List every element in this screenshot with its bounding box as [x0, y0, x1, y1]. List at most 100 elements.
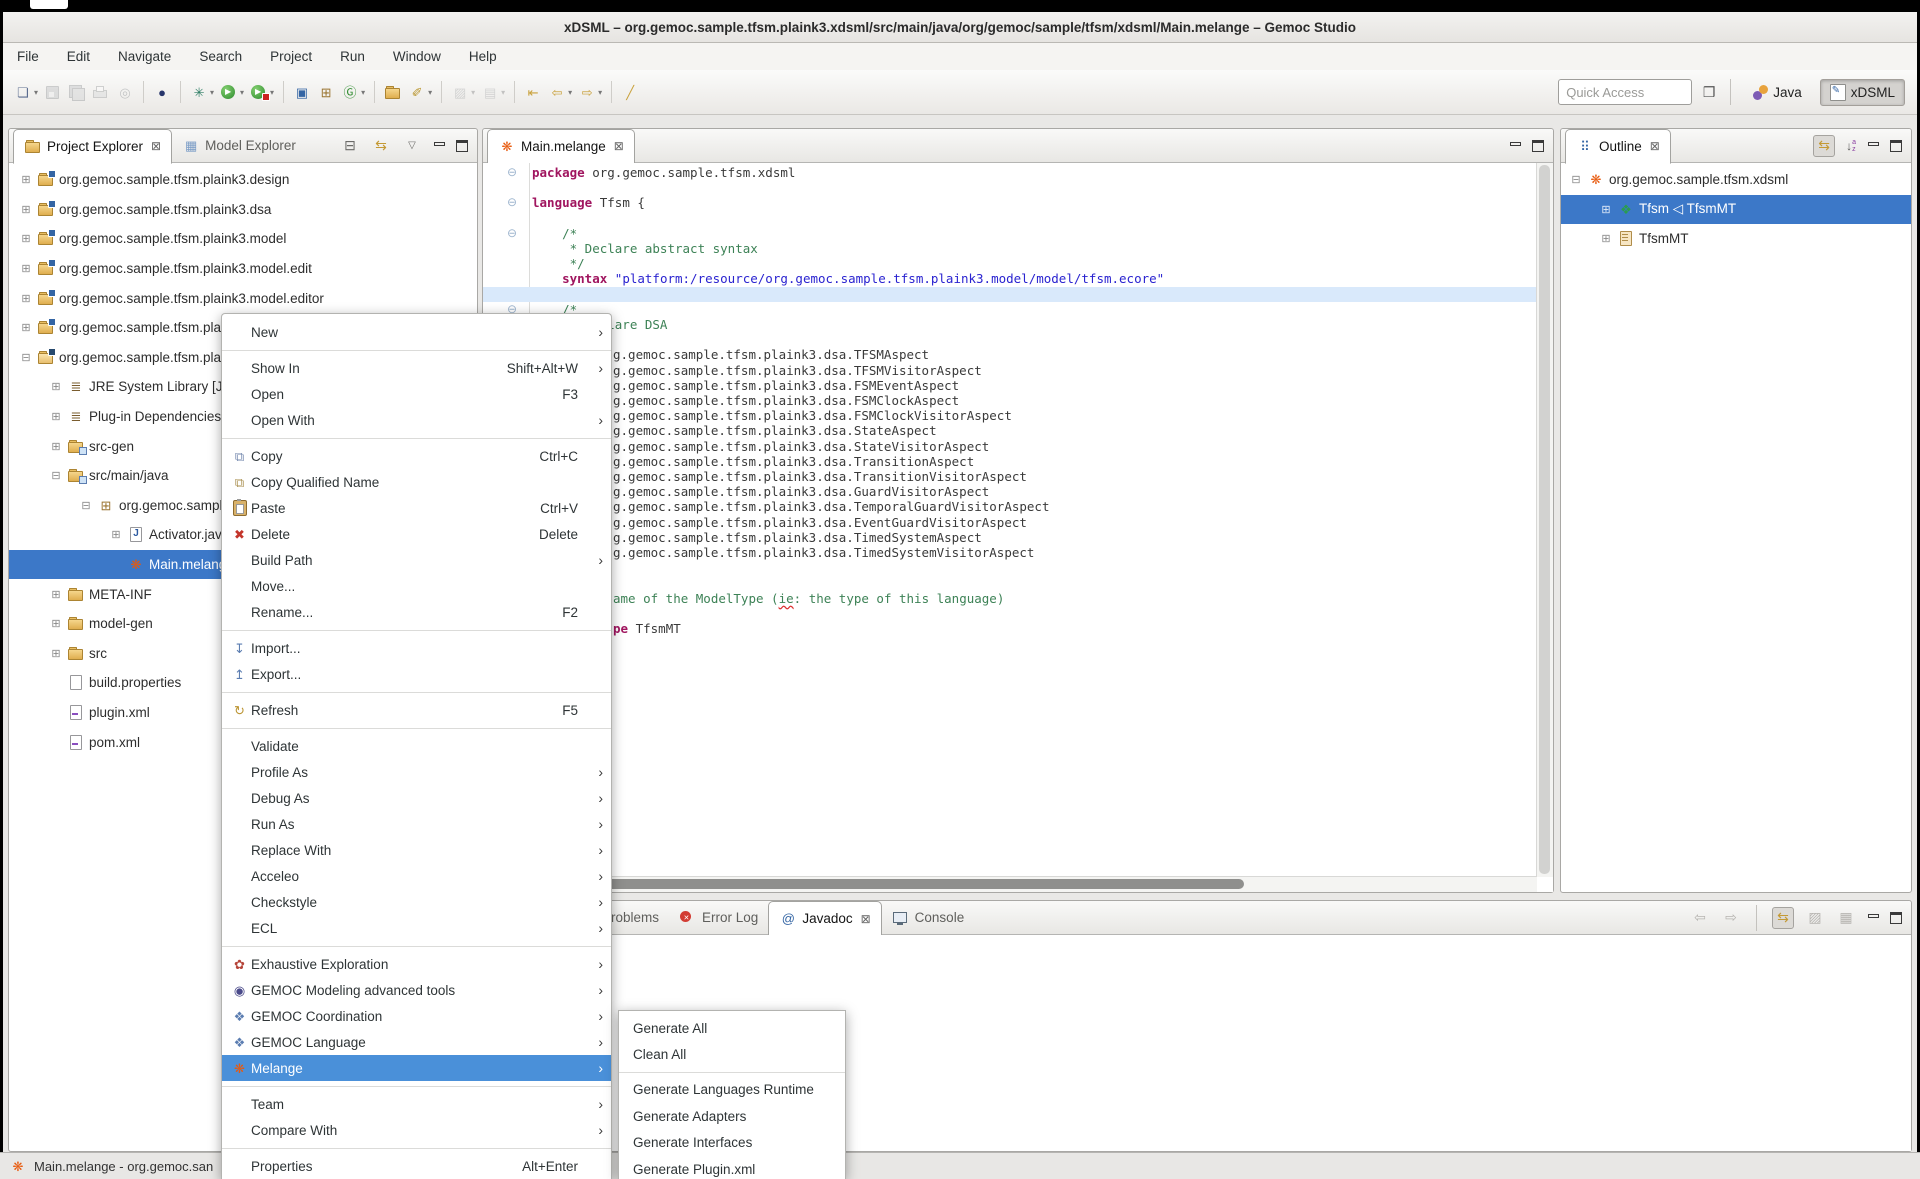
- menu-item-gemoc-modeling-advanced-tools[interactable]: ◉GEMOC Modeling advanced tools›: [222, 977, 611, 1003]
- menu-item-exhaustive-exploration[interactable]: ✿Exhaustive Exploration›: [222, 951, 611, 977]
- menu-item-ecl[interactable]: ECL›: [222, 915, 611, 941]
- code-area[interactable]: package org.gemoc.sample.tfsm.xdsmllangu…: [532, 165, 1536, 876]
- dropdown-caret-icon[interactable]: ▾: [210, 88, 214, 97]
- menu-item-delete[interactable]: ✖DeleteDelete: [222, 521, 611, 547]
- submenu-item-clean-all[interactable]: Clean All: [619, 1041, 845, 1067]
- tab-error-log[interactable]: Error Log: [669, 901, 768, 934]
- close-icon[interactable]: ⊠: [614, 139, 624, 153]
- menu-item-team[interactable]: Team›: [222, 1091, 611, 1117]
- perspective-java-button[interactable]: Java: [1743, 79, 1812, 106]
- view-menu-icon[interactable]: ▽: [402, 136, 422, 156]
- tab-javadoc[interactable]: @Javadoc⊠: [768, 901, 881, 936]
- menu-item-show-in[interactable]: Show InShift+Alt+W›: [222, 355, 611, 381]
- tree-expander[interactable]: ⊞: [1595, 232, 1617, 245]
- menubar-item-run[interactable]: Run: [326, 45, 379, 68]
- external-tools-button[interactable]: ✳▾: [188, 79, 216, 105]
- open-declaration-icon[interactable]: ▦: [1836, 908, 1856, 928]
- menu-item-compare-with[interactable]: Compare With›: [222, 1117, 611, 1143]
- menu-item-gemoc-language[interactable]: ❖GEMOC Language›: [222, 1029, 611, 1055]
- tab-main-melange[interactable]: ❋Main.melange⊠: [487, 129, 635, 164]
- dropdown-caret-icon[interactable]: ▾: [428, 88, 432, 97]
- forward-button[interactable]: ⇨▾: [576, 79, 604, 105]
- horizontal-scrollbar[interactable]: [483, 876, 1537, 892]
- menu-item-checkstyle[interactable]: Checkstyle›: [222, 889, 611, 915]
- editor-body[interactable]: ⊖⊖⊖⊖ package org.gemoc.sample.tfsm.xdsml…: [483, 163, 1553, 892]
- save-all-button[interactable]: [66, 79, 88, 105]
- perspective-xdsml-button[interactable]: xDSML: [1820, 79, 1905, 106]
- close-icon[interactable]: ⊠: [1650, 139, 1660, 153]
- back-icon[interactable]: ⇦: [1690, 908, 1710, 928]
- tree-expander[interactable]: ⊞: [45, 588, 67, 601]
- link-with-editor-icon[interactable]: ⇆: [1772, 907, 1794, 929]
- dropdown-caret-icon[interactable]: ▾: [240, 88, 244, 97]
- tree-item-org-gemoc-sample-tfsm-xdsml[interactable]: ⊟❋org.gemoc.sample.tfsm.xdsml: [1561, 165, 1911, 195]
- dropdown-caret-icon[interactable]: ▾: [34, 88, 38, 97]
- maximize-icon[interactable]: [456, 140, 468, 151]
- tree-item-tfsmmt[interactable]: ⊞TfsmMT: [1561, 224, 1911, 254]
- save-button[interactable]: [42, 79, 64, 105]
- submenu-item-generate-languages-runtime[interactable]: Generate Languages Runtime: [619, 1077, 845, 1103]
- menu-item-replace-with[interactable]: Replace With›: [222, 837, 611, 863]
- tab-console[interactable]: Console: [882, 901, 975, 934]
- vertical-scrollbar[interactable]: [1536, 163, 1553, 877]
- tree-item-org-gemoc-sample-tfsm-plaink3-model-editor[interactable]: ⊞org.gemoc.sample.tfsm.plaink3.model.edi…: [9, 283, 477, 313]
- maximize-icon[interactable]: [1890, 912, 1902, 923]
- menubar-item-file[interactable]: File: [3, 45, 53, 68]
- tree-item-org-gemoc-sample-tfsm-plaink3-model[interactable]: ⊞org.gemoc.sample.tfsm.plaink3.model: [9, 224, 477, 254]
- tree-expander[interactable]: ⊟: [15, 351, 37, 364]
- submenu-item-generate-adapters[interactable]: Generate Adapters: [619, 1103, 845, 1129]
- menu-item-melange[interactable]: ❋Melange›: [222, 1055, 611, 1081]
- dropdown-caret-icon[interactable]: ▾: [471, 88, 475, 97]
- forward-icon[interactable]: ⇨: [1721, 908, 1741, 928]
- tree-expander[interactable]: ⊞: [15, 292, 37, 305]
- menu-item-profile-as[interactable]: Profile As›: [222, 759, 611, 785]
- fold-collapse-icon[interactable]: ⊖: [507, 195, 521, 210]
- search-button[interactable]: ✐▾: [406, 79, 434, 105]
- tree-expander[interactable]: ⊞: [15, 173, 37, 186]
- dropdown-caret-icon[interactable]: ▾: [501, 88, 505, 97]
- new-java-project-button[interactable]: ▣: [291, 79, 313, 105]
- minimize-icon[interactable]: [1509, 140, 1521, 151]
- menu-item-gemoc-coordination[interactable]: ❖GEMOC Coordination›: [222, 1003, 611, 1029]
- maximize-icon[interactable]: [1532, 140, 1544, 151]
- pin-icon[interactable]: ▨: [1805, 908, 1825, 928]
- menu-item-build-path[interactable]: Build Path›: [222, 547, 611, 573]
- tree-expander[interactable]: ⊞: [45, 440, 67, 453]
- quick-access-input[interactable]: [1558, 79, 1692, 105]
- tree-expander[interactable]: ⊞: [45, 647, 67, 660]
- submenu-item-generate-interfaces[interactable]: Generate Interfaces: [619, 1130, 845, 1156]
- tree-item-org-gemoc-sample-tfsm-plaink3-model-edit[interactable]: ⊞org.gemoc.sample.tfsm.plaink3.model.edi…: [9, 254, 477, 284]
- menu-item-export-[interactable]: ↥Export...: [222, 661, 611, 687]
- close-icon[interactable]: ⊠: [151, 139, 161, 153]
- vertical-scrollbar-thumb[interactable]: [1539, 165, 1550, 874]
- tab-model-explorer[interactable]: ▦Model Explorer: [172, 129, 306, 162]
- menu-item-open-with[interactable]: Open With›: [222, 407, 611, 433]
- link-with-editor-icon[interactable]: ⇆: [371, 136, 391, 156]
- tab-project-explorer[interactable]: Project Explorer⊠: [13, 129, 172, 164]
- tree-item-org-gemoc-sample-tfsm-plaink3-dsa[interactable]: ⊞org.gemoc.sample.tfsm.plaink3.dsa: [9, 195, 477, 225]
- menu-item-move-[interactable]: Move...: [222, 573, 611, 599]
- minimize-icon[interactable]: [1867, 140, 1879, 151]
- menu-item-import-[interactable]: ↧Import...: [222, 635, 611, 661]
- tree-expander[interactable]: ⊟: [45, 469, 67, 482]
- new-package-button[interactable]: ⊞: [315, 79, 337, 105]
- menubar-item-search[interactable]: Search: [185, 45, 256, 68]
- tree-expander[interactable]: ⊞: [45, 617, 67, 630]
- menu-item-open[interactable]: OpenF3: [222, 381, 611, 407]
- debug-attach-button[interactable]: ◎: [114, 79, 136, 105]
- tree-expander[interactable]: ⊞: [15, 321, 37, 334]
- window-titlebar[interactable]: xDSML – org.gemoc.sample.tfsm.plaink3.xd…: [3, 12, 1917, 43]
- tree-expander[interactable]: ⊞: [1595, 203, 1617, 216]
- tree-item-org-gemoc-sample-tfsm-plaink3-design[interactable]: ⊞org.gemoc.sample.tfsm.plaink3.design: [9, 165, 477, 195]
- link-with-editor-icon[interactable]: ⇆: [1813, 135, 1835, 157]
- run-button[interactable]: ▾: [218, 79, 246, 105]
- menu-item-refresh[interactable]: ↻RefreshF5: [222, 697, 611, 723]
- tree-expander[interactable]: ⊞: [105, 528, 127, 541]
- annotation-button[interactable]: ▤▾: [479, 79, 507, 105]
- menu-item-debug-as[interactable]: Debug As›: [222, 785, 611, 811]
- open-perspective-icon[interactable]: ❒: [1700, 85, 1718, 100]
- back-button[interactable]: ⇦▾: [546, 79, 574, 105]
- close-icon[interactable]: ⊠: [861, 912, 871, 926]
- browser-button[interactable]: ●: [151, 79, 173, 105]
- tree-expander[interactable]: ⊟: [75, 499, 97, 512]
